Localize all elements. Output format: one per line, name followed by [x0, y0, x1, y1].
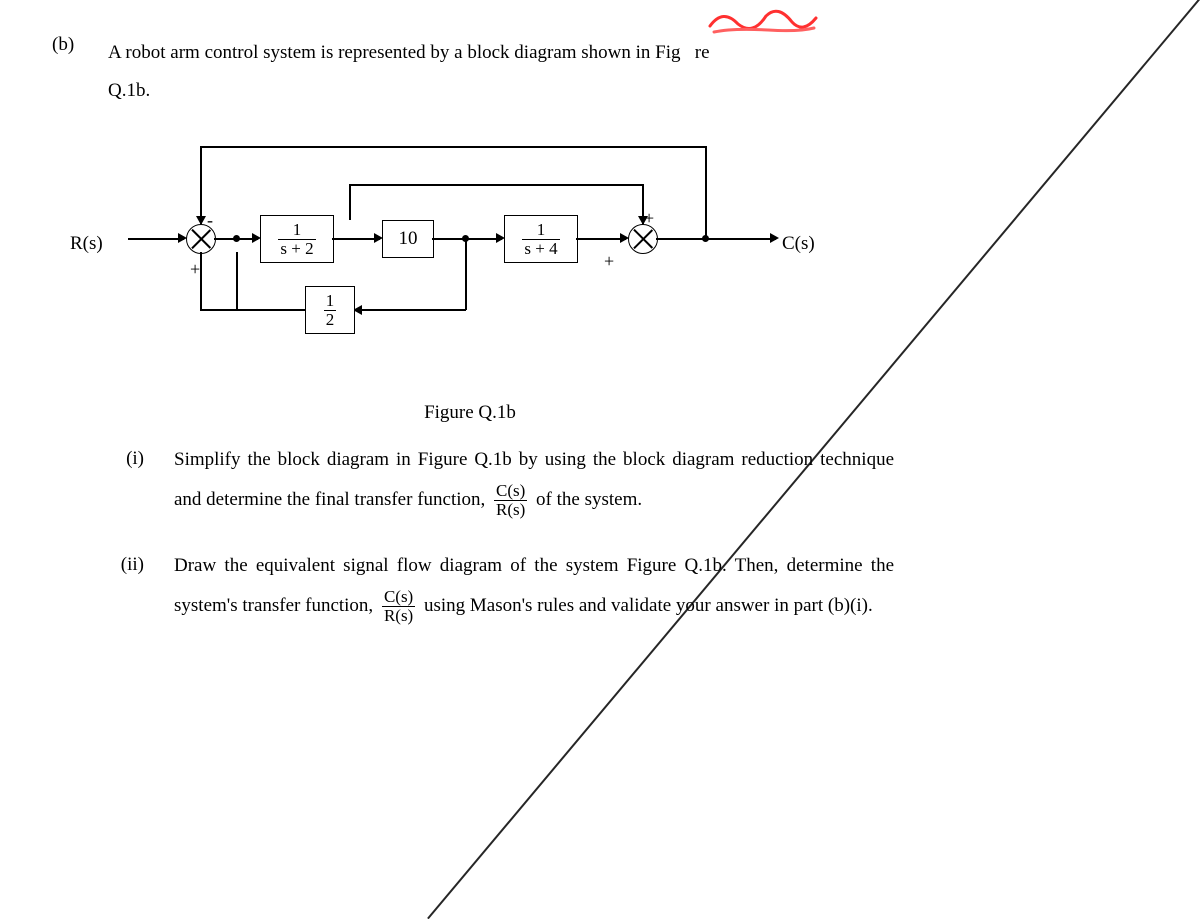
- output-label: C(s): [782, 225, 815, 263]
- block3-den: s + 4: [522, 240, 559, 258]
- block3-num: 1: [522, 221, 559, 240]
- intro-text-1: A robot arm control system is represente…: [108, 42, 681, 63]
- block-g3: 1s + 4: [504, 215, 578, 263]
- part-ii-label: (ii): [108, 546, 144, 626]
- block4-den: 2: [324, 311, 337, 329]
- part-i-text-2: of the system.: [536, 489, 642, 510]
- block4-num: 1: [324, 292, 337, 311]
- part-i-label: (i): [108, 440, 144, 520]
- intro-text-2: re: [695, 42, 710, 63]
- block-g1: 1s + 2: [260, 215, 334, 263]
- red-scribble: [708, 6, 818, 36]
- tf-num-1: C(s): [494, 482, 527, 501]
- problem-label: (b): [52, 34, 86, 626]
- part-ii-text: Draw the equivalent signal flow diagram …: [174, 546, 894, 626]
- part-i-text: Simplify the block diagram in Figure Q.1…: [174, 440, 894, 520]
- block1-den: s + 2: [278, 240, 315, 258]
- block2-label: 10: [399, 220, 418, 258]
- sign-plus-1: +: [190, 251, 200, 287]
- block-g2: 10: [382, 220, 434, 258]
- part-i-text-1: Simplify the block diagram in Figure Q.1…: [174, 449, 894, 510]
- sign-minus: -: [207, 202, 213, 238]
- tf-den-2: R(s): [382, 607, 415, 625]
- intro-text-3: Q.1b.: [108, 80, 150, 101]
- input-label: R(s): [70, 225, 103, 263]
- part-ii-text-2: using Mason's rules and validate your an…: [424, 595, 873, 616]
- figure-caption: Figure Q.1b: [90, 394, 850, 432]
- block-diagram: R(s) - + 1s + 2: [90, 128, 850, 388]
- sign-plus-2: +: [604, 243, 614, 279]
- tf-den-1: R(s): [494, 501, 527, 519]
- problem-intro: A robot arm control system is represente…: [108, 34, 1140, 626]
- block1-num: 1: [278, 221, 315, 240]
- tf-num-2: C(s): [382, 588, 415, 607]
- block-h1: 12: [305, 286, 355, 334]
- node-1: [233, 235, 240, 242]
